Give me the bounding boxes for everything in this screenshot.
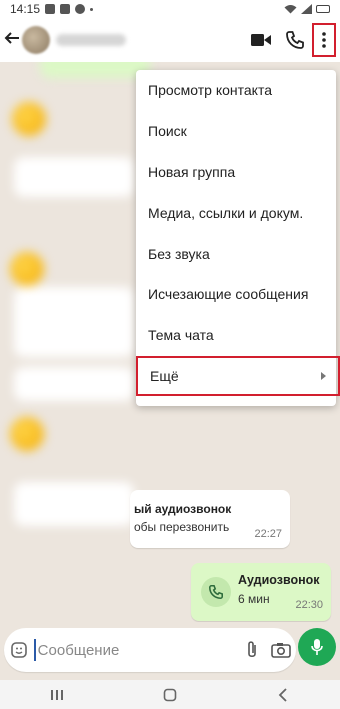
menu-item-label: Ещё — [150, 367, 179, 384]
input-pill — [4, 628, 296, 672]
menu-item-label: Новая группа — [148, 163, 236, 180]
outgoing-call-message[interactable]: Аудиозвонок 6 мин 22:30 — [191, 563, 331, 621]
signal-icon — [301, 4, 312, 14]
wifi-icon — [284, 5, 297, 14]
system-nav-bar — [0, 680, 340, 709]
blurred-message — [14, 157, 134, 197]
call-message-subtitle: обы перезвонить — [134, 520, 230, 534]
emoji-icon — [11, 642, 27, 658]
call-duration: 6 мин — [238, 592, 270, 606]
menu-item-media-links-docs[interactable]: Медиа, ссылки и докум. — [136, 192, 336, 233]
menu-item-mute[interactable]: Без звука — [136, 233, 336, 274]
back-icon — [279, 687, 287, 702]
video-call-button[interactable] — [244, 18, 278, 62]
blurred-message — [14, 287, 134, 357]
voice-message-button[interactable] — [298, 628, 336, 666]
home-icon — [163, 688, 177, 701]
recent-apps-icon — [50, 689, 63, 700]
status-right — [284, 4, 330, 14]
overflow-menu: Просмотр контакта Поиск Новая группа Мед… — [136, 70, 340, 406]
camera-icon — [271, 643, 291, 658]
menu-item-more[interactable]: Ещё — [136, 355, 340, 397]
menu-item-label: Без звука — [148, 245, 210, 262]
call-icon — [201, 577, 231, 607]
recent-apps-button[interactable] — [37, 680, 77, 709]
voice-call-button[interactable] — [278, 18, 312, 62]
message-composer — [0, 628, 340, 674]
battery-icon — [316, 5, 330, 13]
back-arrow-icon[interactable] — [0, 29, 22, 52]
call-message-title: Аудиозвонок — [238, 573, 320, 587]
phone-icon — [286, 31, 304, 49]
chat-app-bar — [0, 18, 340, 62]
menu-item-label: Медиа, ссылки и докум. — [148, 204, 304, 221]
mic-icon — [311, 639, 323, 655]
menu-item-label: Поиск — [148, 123, 187, 140]
menu-item-chat-theme[interactable]: Тема чата — [136, 315, 336, 356]
call-message-title: ый аудиозвонок — [134, 502, 232, 516]
status-time: 14:15 — [10, 2, 41, 16]
whatsapp-icon — [75, 4, 86, 14]
attach-icon — [247, 641, 256, 658]
menu-item-label: Исчезающие сообщения — [148, 286, 309, 303]
message-input[interactable] — [33, 639, 237, 661]
home-button[interactable] — [150, 680, 190, 709]
menu-item-label: Просмотр контакта — [148, 82, 272, 99]
message-time: 22:27 — [254, 528, 282, 540]
incoming-call-message[interactable]: ый аудиозвонок обы перезвонить 22:27 — [130, 490, 290, 548]
status-left: 14:15 — [10, 2, 94, 16]
blurred-message — [40, 62, 150, 78]
app-bar-actions — [244, 18, 340, 62]
blurred-emoji — [12, 102, 46, 136]
menu-item-search[interactable]: Поиск — [136, 111, 336, 152]
status-bar: 14:15 — [0, 0, 340, 18]
notification-icon — [60, 4, 71, 14]
dot-icon — [90, 7, 94, 11]
camera-button[interactable] — [266, 628, 296, 672]
more-options-button[interactable] — [312, 23, 336, 57]
blurred-emoji — [10, 417, 44, 451]
chevron-right-icon — [321, 371, 326, 380]
avatar[interactable] — [22, 26, 50, 54]
menu-item-view-contact[interactable]: Просмотр контакта — [136, 70, 336, 111]
contact-name[interactable] — [56, 34, 126, 46]
blurred-message — [14, 482, 134, 526]
back-button[interactable] — [263, 680, 303, 709]
menu-item-new-group[interactable]: Новая группа — [136, 152, 336, 193]
gallery-icon — [45, 4, 56, 14]
emoji-button[interactable] — [4, 628, 34, 672]
menu-item-disappearing-messages[interactable]: Исчезающие сообщения — [136, 274, 336, 315]
blurred-message — [14, 367, 134, 401]
attach-button[interactable] — [237, 628, 267, 672]
menu-item-label: Тема чата — [148, 327, 214, 344]
blurred-emoji — [10, 252, 44, 286]
video-call-icon — [251, 34, 271, 46]
message-time: 22:30 — [295, 599, 323, 611]
more-vert-icon — [322, 32, 326, 48]
